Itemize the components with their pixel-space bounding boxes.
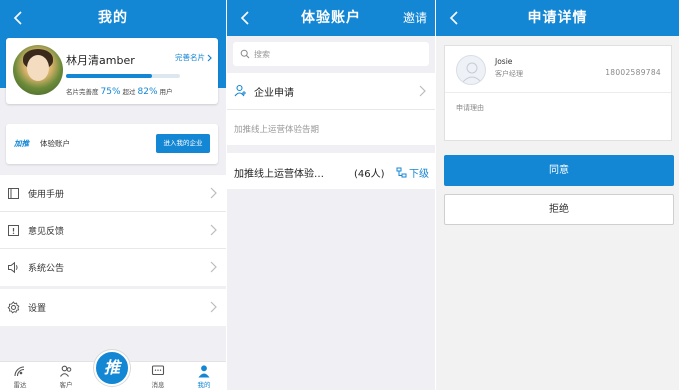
- chevron-right-icon: [210, 224, 217, 236]
- menu-list: 使用手册 意见反馈 系统公告: [0, 175, 226, 286]
- chevron-right-icon: [207, 54, 212, 61]
- stats-label-completion: 名片完善度: [66, 88, 99, 96]
- complete-card-label: 完善名片: [175, 53, 205, 62]
- request-detail-screen: 申请详情 Josie 客户经理 18002589784 申请理由 同意 拒绝: [436, 0, 679, 390]
- trial-account-screen: 体验账户 邀请 搜索 企业申请 加推线上运营体验告期 加推线上运营体验… (46…: [227, 0, 435, 390]
- book-icon: [8, 188, 19, 199]
- chevron-right-icon: [210, 301, 217, 313]
- page-title: 申请详情: [527, 10, 588, 26]
- applicant-card: Josie 客户经理 18002589784 申请理由: [444, 45, 672, 141]
- profile-card[interactable]: 林月清amber 完善名片 名片完善度 75% 超过 82% 用户: [6, 38, 218, 104]
- stats-label-exceeds: 超过: [122, 88, 136, 96]
- jiatui-logo: 加推: [14, 139, 29, 148]
- trial-account-navbar: 体验账户 邀请: [227, 0, 435, 36]
- menu-label-settings: 设置: [28, 304, 47, 314]
- clients-icon: [60, 365, 72, 377]
- trial-account-label: 体验账户: [40, 139, 70, 148]
- reject-button[interactable]: 拒绝: [444, 194, 674, 225]
- center-push-button[interactable]: 推: [94, 350, 130, 386]
- feedback-icon: [8, 225, 19, 236]
- applicant-name: Josie: [495, 57, 513, 66]
- trial-account-card: 加推 体验账户 进入我的企业: [6, 124, 218, 164]
- menu-item-settings[interactable]: 设置: [0, 289, 226, 326]
- group-list: 加推线上运营体验… (46人) 下级: [227, 153, 435, 189]
- stats-label-users: 用户: [159, 88, 173, 96]
- radar-icon: [14, 366, 25, 377]
- menu-label-manual: 使用手册: [28, 190, 65, 200]
- person-add-icon: [234, 84, 246, 97]
- applicant-phone: 18002589784: [605, 68, 661, 77]
- page-title: 我的: [98, 10, 128, 26]
- search-placeholder: 搜索: [254, 49, 270, 59]
- request-reason-label: 申请理由: [456, 104, 484, 112]
- profile-screen: 我的 林月清amber 完善名片 名片完善度 75% 超过 82% 用户 加推 体验账户…: [0, 0, 226, 390]
- enterprise-request-section: 企业申请 加推线上运营体验告期: [227, 73, 435, 145]
- tab-mine-label: 我的: [197, 381, 211, 389]
- chevron-right-icon: [210, 261, 217, 273]
- menu-item-manual[interactable]: 使用手册: [0, 175, 226, 212]
- menu-item-feedback[interactable]: 意见反馈: [0, 212, 226, 249]
- group-row[interactable]: 加推线上运营体验… (46人) 下级: [227, 153, 435, 189]
- search-icon: [240, 49, 250, 59]
- sub-level-label: 下级: [409, 169, 429, 180]
- tab-clients-label: 客户: [59, 381, 73, 389]
- user-name: 林月清amber: [66, 54, 135, 67]
- speaker-icon: [8, 261, 18, 274]
- avatar[interactable]: [13, 45, 63, 95]
- hierarchy-icon: [396, 167, 407, 178]
- settings-group: 设置: [0, 289, 226, 326]
- chevron-right-icon: [210, 187, 217, 199]
- applicant-role: 客户经理: [495, 70, 523, 78]
- completion-progress-fill: [66, 74, 152, 78]
- menu-label-announcement: 系统公告: [28, 264, 65, 274]
- group-header-row: 加推线上运营体验告期: [227, 109, 435, 145]
- message-icon: [151, 365, 165, 376]
- tab-radar-label: 雷达: [13, 381, 27, 389]
- sub-level-button[interactable]: 下级: [396, 165, 429, 180]
- completion-progress-bar: [66, 74, 180, 78]
- user-icon: [198, 365, 210, 378]
- tab-messages[interactable]: 消息: [140, 364, 176, 390]
- tab-mine[interactable]: 我的: [186, 364, 222, 390]
- stats-value-completion: 75%: [100, 87, 121, 97]
- profile-navbar: 我的: [0, 0, 226, 36]
- group-name: 加推线上运营体验…: [234, 169, 324, 180]
- agree-button[interactable]: 同意: [444, 155, 674, 186]
- group-member-count: (46人): [354, 169, 385, 180]
- gear-icon: [7, 301, 20, 314]
- group-header-text: 加推线上运营体验告期: [234, 125, 320, 135]
- enterprise-request-row[interactable]: 企业申请: [227, 73, 435, 109]
- chevron-right-icon: [419, 85, 426, 97]
- tab-clients[interactable]: 客户: [48, 364, 84, 390]
- tab-radar[interactable]: 雷达: [2, 364, 38, 390]
- enterprise-request-label: 企业申请: [254, 88, 294, 99]
- default-avatar-icon: [461, 62, 483, 84]
- menu-item-announcement[interactable]: 系统公告: [0, 249, 226, 286]
- invite-button[interactable]: 邀请: [403, 0, 427, 36]
- search-input[interactable]: 搜索: [233, 42, 429, 66]
- completion-stats: 名片完善度 75% 超过 82% 用户: [66, 86, 173, 97]
- menu-label-feedback: 意见反馈: [28, 227, 65, 237]
- applicant-avatar: [456, 55, 486, 85]
- tab-messages-label: 消息: [151, 381, 165, 389]
- stats-value-exceeds: 82%: [137, 87, 158, 97]
- request-detail-navbar: 申请详情: [436, 0, 679, 36]
- enter-enterprise-button[interactable]: 进入我的企业: [156, 134, 210, 153]
- complete-card-link[interactable]: 完善名片: [175, 52, 212, 63]
